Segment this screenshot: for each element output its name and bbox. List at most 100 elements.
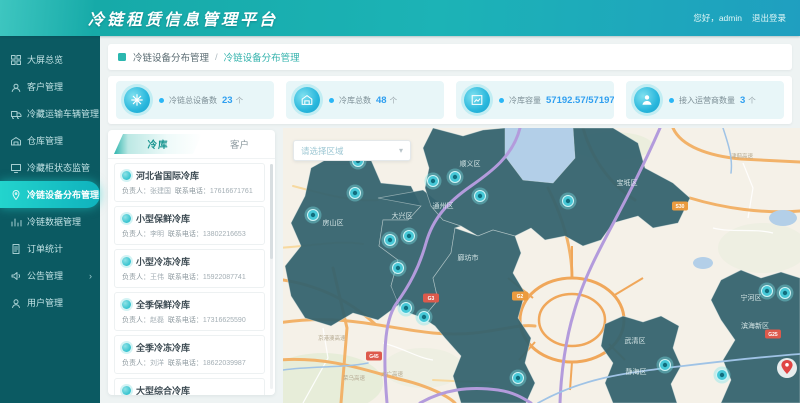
cold-storage-icon — [122, 257, 131, 266]
bullet-icon — [499, 98, 504, 103]
device-marker-icon[interactable] — [472, 188, 489, 205]
chevron-down-icon: ▾ — [399, 146, 403, 155]
sidebar-item[interactable]: 冷藏柜状态监管 — [0, 154, 100, 181]
sidebar-item[interactable]: 订单统计 — [0, 235, 100, 262]
stat-value: 3 — [740, 95, 745, 106]
tab-客户[interactable]: 客户 — [230, 137, 249, 151]
user-name[interactable]: 您好，admin — [693, 12, 742, 24]
map-container[interactable]: G45G3S30G25G2 京港澳高速大广高速津蓟高速荣乌高速 房山区大兴区通州… — [283, 128, 800, 403]
cold-storage-icon — [122, 343, 131, 352]
customer-icon — [10, 81, 22, 93]
storage-list-item[interactable]: 小型保鲜冷库负责人：李明 联系电话：13802216653 — [114, 206, 265, 245]
sidebar-item[interactable]: 冷链设备分布管理 — [0, 181, 100, 208]
device-marker-icon[interactable] — [510, 370, 527, 387]
app-title: 冷链租赁信息管理平台 — [88, 6, 278, 30]
sidebar-item[interactable]: 仓库管理 — [0, 127, 100, 154]
storage-list-item[interactable]: 小型冷冻冷库负责人：王伟 联系电话：15922087741 — [114, 249, 265, 288]
svg-text:G45: G45 — [369, 354, 379, 360]
device-marker-icon[interactable] — [447, 169, 464, 186]
storage-list-item[interactable]: 全季冷冻冷库负责人：刘洋 联系电话：18622039987 — [114, 335, 265, 374]
device-marker-icon[interactable] — [425, 173, 442, 190]
road-label: 大广高速 — [381, 370, 404, 378]
scrollbar-thumb[interactable] — [270, 164, 273, 259]
device-marker-icon[interactable] — [398, 300, 415, 317]
data-icon — [10, 216, 22, 228]
stat-card: 接入运营商数量3个 — [626, 81, 784, 119]
stats-row: 冷链总设备数23个冷库总数48个冷库容量57192.57/57197m³接入运营… — [108, 76, 792, 124]
storage-list-item[interactable]: 大型综合冷库负责人：陈晨 联系电话：13320116642 — [114, 378, 265, 395]
svg-text:S30: S30 — [676, 204, 685, 210]
bullet-icon — [159, 98, 164, 103]
tab-label: 冷库 — [147, 137, 168, 151]
monitor-icon — [10, 162, 22, 174]
storage-detail: 负责人：李明 联系电话：13802216653 — [122, 229, 257, 239]
sidebar-item[interactable]: 公告管理› — [0, 262, 100, 289]
owner-name: 张建国 — [150, 188, 171, 195]
device-marker-icon[interactable] — [382, 232, 399, 249]
district-label: 武清区 — [625, 336, 646, 345]
bullet-icon — [669, 98, 674, 103]
sidebar-item[interactable]: 大屏总览 — [0, 46, 100, 73]
road-label: 京港澳高速 — [318, 334, 346, 342]
region-select[interactable]: 请选择区域 ▾ — [293, 140, 411, 161]
stat-unit: 个 — [236, 95, 244, 106]
dashboard-icon — [10, 54, 22, 66]
sidebar-item-label: 冷藏柜状态监管 — [27, 161, 90, 174]
device-marker-icon[interactable] — [390, 260, 407, 277]
device-marker-icon[interactable] — [777, 285, 794, 302]
sidebar-item[interactable]: 冷藏运输车辆管理 — [0, 100, 100, 127]
owner-name: 刘洋 — [150, 360, 164, 367]
device-marker-icon[interactable] — [560, 193, 577, 210]
device-marker-icon[interactable] — [759, 283, 776, 300]
sidebar-item-label: 冷链数据管理 — [27, 215, 81, 228]
list-scrollbar[interactable] — [270, 164, 273, 389]
sidebar-item-label: 冷藏运输车辆管理 — [27, 107, 99, 120]
owner-label: 负责人： — [122, 231, 150, 238]
phone-label: 联系电话： — [175, 188, 210, 195]
device-marker-icon[interactable] — [401, 228, 418, 245]
district-label: 宝坻区 — [617, 178, 638, 187]
svg-text:G2: G2 — [517, 294, 524, 300]
warehouse-icon — [10, 135, 22, 147]
owner-name: 王伟 — [150, 274, 164, 281]
owner-label: 负责人： — [122, 274, 150, 281]
district-label: 宁河区 — [741, 293, 762, 302]
storage-list-item[interactable]: 全季保鲜冷库负责人：赵磊 联系电话：17316625590 — [114, 292, 265, 331]
snowflake-icon — [124, 87, 150, 113]
breadcrumb-page: 冷链设备分布管理 — [224, 50, 300, 64]
breadcrumb-section[interactable]: 冷链设备分布管理 — [133, 50, 209, 64]
device-marker-icon[interactable] — [714, 367, 731, 384]
sidebar-item[interactable]: 客户管理 — [0, 73, 100, 100]
device-marker-icon[interactable] — [657, 357, 674, 374]
district-label: 静海区 — [626, 367, 647, 376]
phone-number: 17616671761 — [210, 188, 253, 195]
road-number-badge: G3 — [423, 294, 439, 303]
storage-title: 河北省国际冷库 — [136, 169, 199, 182]
stat-label: 冷库总数 — [339, 95, 371, 106]
device-marker-icon[interactable] — [305, 207, 322, 224]
sidebar-item[interactable]: 用户管理 — [0, 289, 100, 316]
owner-name: 赵磊 — [150, 317, 164, 324]
storage-title: 小型冷冻冷库 — [136, 255, 190, 268]
road-number-badge: G2 — [512, 292, 528, 301]
logout-link[interactable]: 退出登录 — [752, 12, 786, 24]
storage-title: 全季冷冻冷库 — [136, 341, 190, 354]
tab-冷库[interactable]: 冷库 — [114, 134, 202, 154]
device-marker-icon[interactable] — [416, 309, 433, 326]
storage-list-item[interactable]: 河北省国际冷库负责人：张建国 联系电话：17616671761 — [114, 163, 265, 202]
svg-text:G25: G25 — [768, 332, 778, 338]
order-icon — [10, 243, 22, 255]
app: 冷链租赁信息管理平台 您好，admin 退出登录 大屏总览客户管理冷藏运输车辆管… — [0, 0, 800, 403]
device-marker-icon[interactable] — [347, 185, 364, 202]
sidebar-item-label: 冷链设备分布管理 — [27, 188, 99, 201]
map-pin[interactable] — [777, 358, 797, 378]
stat-label: 冷链总设备数 — [169, 95, 217, 106]
stat-value: 57192.57/57197 — [546, 95, 614, 106]
map-canvas[interactable]: G45G3S30G25G2 京港澳高速大广高速津蓟高速荣乌高速 房山区大兴区通州… — [283, 128, 800, 403]
sidebar-item[interactable]: 冷链数据管理 — [0, 208, 100, 235]
phone-number: 13802216653 — [203, 231, 246, 238]
storage-title: 全季保鲜冷库 — [136, 298, 190, 311]
road-number-badge: S30 — [672, 202, 688, 211]
user-area: 您好，admin 退出登录 — [693, 12, 786, 24]
stat-card: 冷库总数48个 — [286, 81, 444, 119]
